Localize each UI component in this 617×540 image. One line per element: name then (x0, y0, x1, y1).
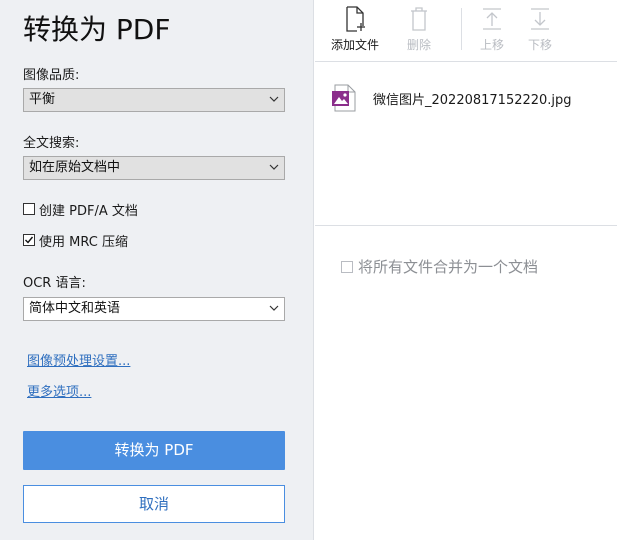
merge-files-checkbox[interactable] (341, 260, 353, 273)
use-mrc-option[interactable]: 使用 MRC 压缩 (23, 232, 128, 250)
use-mrc-label: 使用 MRC 压缩 (39, 234, 128, 250)
merge-files-option[interactable]: 将所有文件合并为一个文档 (341, 256, 538, 277)
merge-files-label: 将所有文件合并为一个文档 (358, 258, 539, 276)
image-quality-value: 平衡 (29, 92, 56, 107)
add-file-label: 添加文件 (330, 38, 379, 52)
list-item[interactable]: 微信图片_20220817152220.jpg (331, 84, 572, 112)
create-pdfa-option[interactable]: 创建 PDF/A 文档 (23, 201, 138, 219)
preprocess-settings-link[interactable]: 图像预处理设置... (27, 350, 130, 369)
chevron-down-icon (269, 164, 279, 170)
create-pdfa-checkbox[interactable] (23, 203, 35, 215)
toolbar-separator (461, 8, 462, 50)
ocr-language-label: OCR 语言: (23, 276, 86, 291)
image-quality-select[interactable]: 平衡 (23, 88, 285, 112)
image-file-icon (332, 84, 356, 112)
page-title: 转换为 PDF (23, 13, 171, 46)
add-file-button[interactable]: 添加文件 (327, 6, 383, 56)
list-divider (315, 225, 617, 226)
chevron-down-icon (269, 96, 279, 102)
checkmark-icon (25, 236, 34, 244)
file-panel: 添加文件 删除 上移 下移 微信图片_20220817152220.jpg 将所… (315, 0, 617, 540)
more-options-link[interactable]: 更多选项... (27, 381, 91, 400)
fulltext-search-select[interactable]: 如在原始文档中 (23, 156, 285, 180)
settings-panel: 转换为 PDF 图像品质: 平衡 全文搜索: 如在原始文档中 创建 PDF/A … (0, 0, 314, 540)
trash-icon (411, 7, 427, 31)
move-down-label: 下移 (527, 38, 552, 52)
image-quality-label: 图像品质: (23, 68, 80, 83)
ocr-language-select[interactable]: 简体中文和英语 (23, 297, 285, 321)
add-file-icon (346, 6, 365, 32)
delete-label: 删除 (406, 38, 431, 52)
ocr-language-value: 简体中文和英语 (29, 301, 121, 316)
use-mrc-checkbox[interactable] (23, 234, 35, 246)
toolbar-divider (315, 61, 617, 62)
fulltext-search-value: 如在原始文档中 (29, 160, 121, 175)
move-down-button[interactable]: 下移 (512, 6, 568, 56)
move-up-icon (483, 8, 501, 30)
fulltext-search-label: 全文搜索: (23, 136, 80, 151)
create-pdfa-label: 创建 PDF/A 文档 (39, 203, 138, 219)
chevron-down-icon (269, 305, 279, 311)
convert-button[interactable]: 转换为 PDF (23, 431, 285, 470)
file-name: 微信图片_20220817152220.jpg (373, 92, 572, 108)
delete-button[interactable]: 删除 (391, 6, 447, 56)
move-down-icon (531, 8, 549, 30)
cancel-button[interactable]: 取消 (23, 485, 285, 523)
